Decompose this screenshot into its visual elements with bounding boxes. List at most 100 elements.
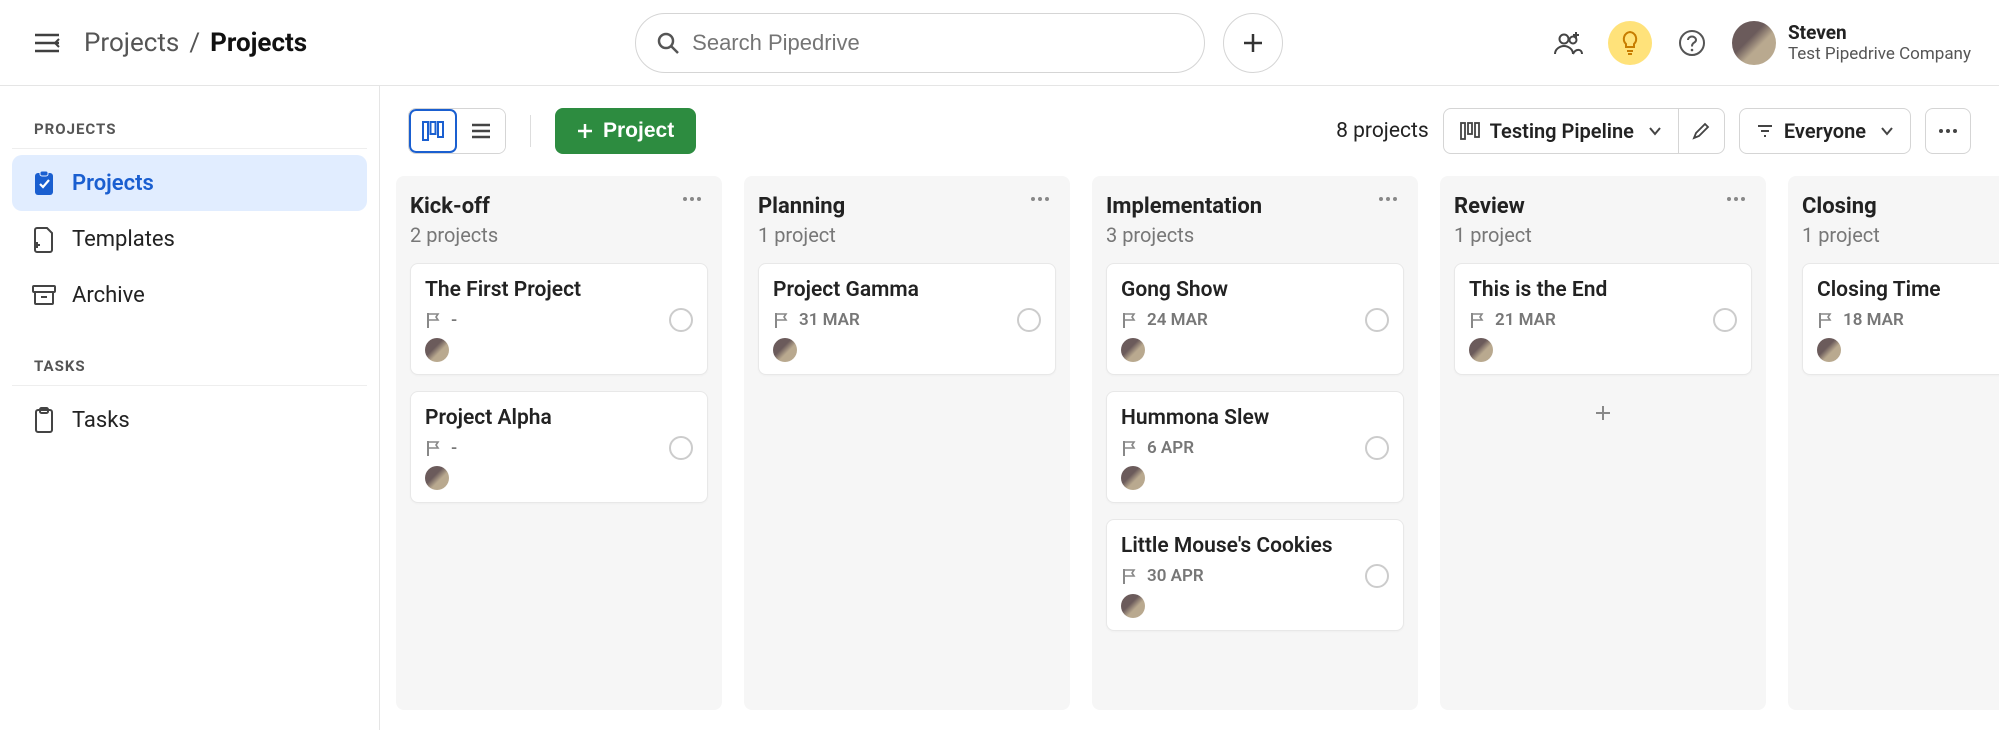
sidebar: PROJECTS Projects Templates Archive TASK…: [0, 86, 380, 730]
quick-add-button[interactable]: [1223, 13, 1283, 73]
edit-pipeline-button[interactable]: [1679, 108, 1725, 154]
column-title: Implementation: [1106, 194, 1262, 219]
list-view-button[interactable]: [457, 109, 505, 153]
owner-filter[interactable]: Everyone: [1739, 108, 1911, 154]
sidebar-item-templates[interactable]: Templates: [12, 211, 367, 267]
card-title: Closing Time: [1817, 278, 1999, 302]
project-count: 8 projects: [1336, 119, 1429, 143]
card-title: Project Alpha: [425, 406, 693, 430]
archive-icon: [30, 281, 58, 309]
project-card[interactable]: Little Mouse's Cookies30 APR: [1106, 519, 1404, 631]
add-card-button[interactable]: [1454, 389, 1752, 437]
card-title: Gong Show: [1121, 278, 1389, 302]
column-subtitle: 1 project: [758, 223, 845, 247]
column-more-button[interactable]: [1720, 194, 1752, 204]
column-subtitle: 3 projects: [1106, 223, 1262, 247]
ellipsis-icon: [1726, 196, 1746, 202]
user-company: Test Pipedrive Company: [1788, 44, 1971, 64]
card-owner-avatar: [1121, 466, 1145, 490]
flag-icon: [1469, 311, 1487, 329]
project-card[interactable]: Gong Show24 MAR: [1106, 263, 1404, 375]
column-subtitle: 1 project: [1454, 223, 1532, 247]
card-owner-avatar: [1121, 338, 1145, 362]
new-project-button[interactable]: Project: [555, 108, 696, 154]
sidebar-item-label: Archive: [72, 283, 145, 308]
column-title: Review: [1454, 194, 1532, 219]
project-card[interactable]: Hummona Slew 6 APR: [1106, 391, 1404, 503]
column-subtitle: 2 projects: [410, 223, 498, 247]
card-date: -: [451, 438, 457, 458]
sidebar-item-tasks[interactable]: Tasks: [12, 392, 367, 448]
card-status-circle[interactable]: [669, 436, 693, 460]
breadcrumb: Projects / Projects: [84, 28, 307, 58]
sidebar-item-projects[interactable]: Projects: [12, 155, 367, 211]
sidebar-item-label: Templates: [72, 227, 175, 252]
project-card[interactable]: The First Project-: [410, 263, 708, 375]
tips-button[interactable]: [1608, 21, 1652, 65]
templates-icon: [30, 225, 58, 253]
help-icon: [1678, 29, 1706, 57]
project-card[interactable]: This is the End 21 MAR: [1454, 263, 1752, 375]
column-subtitle: 1 project: [1802, 223, 1880, 247]
project-card[interactable]: Closing Time 18 MAR: [1802, 263, 1999, 375]
add-user-icon: [1553, 30, 1583, 56]
project-card[interactable]: Project Alpha -: [410, 391, 708, 503]
plus-icon: [577, 123, 593, 139]
sidebar-section-projects: PROJECTS: [12, 108, 367, 149]
project-card[interactable]: Project Gamma 31 MAR: [758, 263, 1056, 375]
ellipsis-icon: [1938, 128, 1958, 134]
sidebar-item-archive[interactable]: Archive: [12, 267, 367, 323]
kanban-board: Kick-off2 projectsThe First Project-Proj…: [380, 176, 1999, 730]
card-date-row: -: [425, 310, 693, 330]
column-title: Planning: [758, 194, 845, 219]
toolbar: Project 8 projects Testing Pipeline: [380, 86, 1999, 176]
flag-icon: [1121, 439, 1139, 457]
sidebar-item-label: Tasks: [72, 408, 130, 433]
search-bar[interactable]: [635, 13, 1205, 73]
kanban-column: Review 1 project This is the End 21 MAR: [1440, 176, 1766, 710]
card-date: 30 APR: [1147, 566, 1204, 586]
owner-filter-label: Everyone: [1784, 119, 1866, 143]
card-status-circle[interactable]: [1713, 308, 1737, 332]
kanban-column: Kick-off2 projectsThe First Project-Proj…: [396, 176, 722, 710]
card-status-circle[interactable]: [1017, 308, 1041, 332]
sidebar-collapse-button[interactable]: [28, 24, 66, 62]
card-date: 6 APR: [1147, 438, 1194, 458]
card-title: This is the End: [1469, 278, 1737, 302]
card-status-circle[interactable]: [1365, 436, 1389, 460]
card-status-circle[interactable]: [1365, 564, 1389, 588]
card-date: 31 MAR: [799, 310, 860, 330]
card-owner-avatar: [773, 338, 797, 362]
flag-icon: [425, 439, 443, 457]
column-more-button[interactable]: [1024, 194, 1056, 204]
pipeline-selector[interactable]: Testing Pipeline: [1443, 108, 1679, 154]
card-date: -: [451, 310, 457, 330]
card-title: Hummona Slew: [1121, 406, 1389, 430]
plus-icon: [1242, 32, 1264, 54]
breadcrumb-root[interactable]: Projects: [84, 28, 179, 58]
card-title: Project Gamma: [773, 278, 1041, 302]
sidebar-item-label: Projects: [72, 171, 154, 196]
board-view-button[interactable]: [409, 109, 457, 153]
column-more-button[interactable]: [676, 194, 708, 204]
ellipsis-icon: [1378, 196, 1398, 202]
invite-users-button[interactable]: [1546, 21, 1590, 65]
list-icon: [470, 122, 492, 140]
board-icon: [422, 121, 444, 141]
flag-icon: [1817, 311, 1835, 329]
user-avatar: [1732, 21, 1776, 65]
column-more-button[interactable]: [1372, 194, 1404, 204]
user-menu[interactable]: Steven Test Pipedrive Company: [1732, 21, 1971, 65]
board-icon: [1460, 122, 1480, 140]
more-options-button[interactable]: [1925, 108, 1971, 154]
card-date-row: 30 APR: [1121, 566, 1389, 586]
search-input[interactable]: [692, 30, 1184, 56]
card-date: 18 MAR: [1843, 310, 1904, 330]
view-switcher: [408, 108, 506, 154]
card-status-circle[interactable]: [1365, 308, 1389, 332]
card-date: 21 MAR: [1495, 310, 1556, 330]
help-button[interactable]: [1670, 21, 1714, 65]
card-status-circle[interactable]: [669, 308, 693, 332]
kanban-column: Planning 1 project Project Gamma 31 MAR: [744, 176, 1070, 710]
user-name: Steven: [1788, 21, 1971, 44]
